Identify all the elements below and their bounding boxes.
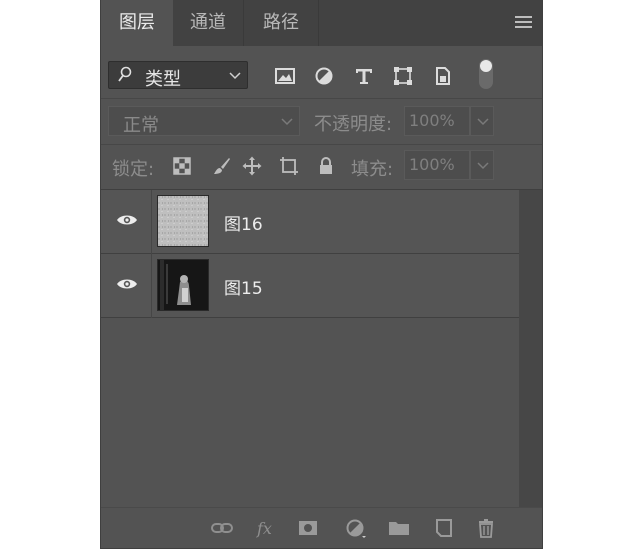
opacity-value: 100%	[409, 111, 455, 130]
layers-list: 图16 图15	[101, 190, 519, 508]
adjustment-filter-icon[interactable]	[313, 66, 335, 86]
delete-layer-icon[interactable]	[475, 518, 497, 538]
opacity-dropdown[interactable]	[470, 106, 494, 136]
new-layer-icon[interactable]	[433, 518, 455, 538]
opacity-label: 不透明度:	[314, 114, 393, 135]
tab-channels[interactable]: 通道	[173, 0, 244, 46]
eye-icon[interactable]	[116, 277, 138, 291]
link-layers-icon[interactable]	[211, 518, 233, 538]
blend-mode-label: 正常	[123, 115, 159, 136]
blend-row: 正常 不透明度: 100%	[101, 99, 542, 145]
svg-text:fx: fx	[256, 519, 272, 538]
chevron-down-icon	[281, 118, 293, 126]
layer-divider	[151, 254, 152, 318]
lock-artboard-icon[interactable]	[279, 156, 299, 176]
layer-row[interactable]: 图16	[101, 190, 519, 254]
layers-scrollbar[interactable]	[519, 190, 542, 508]
type-filter-icon[interactable]	[353, 66, 375, 86]
search-icon	[118, 66, 132, 82]
smart-object-filter-icon[interactable]	[432, 66, 454, 86]
chevron-down-icon	[477, 162, 489, 170]
fill-field[interactable]: 100%	[404, 150, 470, 180]
layer-thumbnail	[157, 195, 209, 247]
fx-icon[interactable]: fx	[255, 518, 277, 538]
adjustment-layer-icon[interactable]	[344, 518, 366, 538]
fill-value: 100%	[409, 155, 455, 174]
layer-name[interactable]: 图15	[224, 274, 263, 299]
new-group-icon[interactable]	[388, 518, 410, 538]
panel-tab-bar: 图层 通道 路径	[101, 0, 542, 46]
lock-position-icon[interactable]	[242, 156, 262, 176]
image-filter-icon[interactable]	[274, 66, 296, 86]
lock-image-pixels-icon[interactable]	[212, 156, 232, 176]
eye-icon[interactable]	[116, 213, 138, 227]
filter-toggle[interactable]	[479, 59, 493, 89]
layer-row[interactable]: 图15	[101, 254, 519, 318]
layers-panel: 图层 通道 路径 类型 正常 不透明度: 100% 锁定: 填充: 100% 图…	[100, 0, 543, 549]
layer-thumbnail	[157, 259, 209, 311]
opacity-field[interactable]: 100%	[404, 106, 470, 136]
panel-bottom-bar: fx	[101, 507, 542, 548]
tab-layers[interactable]: 图层	[101, 0, 173, 46]
lock-all-icon[interactable]	[316, 156, 336, 176]
filter-kind-label: 类型	[145, 69, 181, 90]
layer-divider	[151, 190, 152, 254]
lock-row: 锁定: 填充: 100%	[101, 144, 542, 190]
fill-label: 填充:	[351, 159, 394, 180]
chevron-down-icon	[477, 118, 489, 126]
blend-mode-select[interactable]: 正常	[108, 106, 300, 136]
shape-filter-icon[interactable]	[392, 66, 414, 86]
tab-paths[interactable]: 路径	[244, 0, 319, 46]
lock-transparent-pixels-icon[interactable]	[172, 156, 192, 176]
layer-filter-row: 类型	[101, 46, 542, 99]
fill-dropdown[interactable]	[470, 150, 494, 180]
chevron-down-icon	[229, 72, 241, 80]
filter-kind-select[interactable]: 类型	[108, 61, 248, 90]
panel-menu-icon[interactable]	[515, 16, 532, 29]
layer-name[interactable]: 图16	[224, 210, 263, 235]
lock-label: 锁定:	[112, 159, 155, 180]
add-mask-icon[interactable]	[297, 518, 319, 538]
